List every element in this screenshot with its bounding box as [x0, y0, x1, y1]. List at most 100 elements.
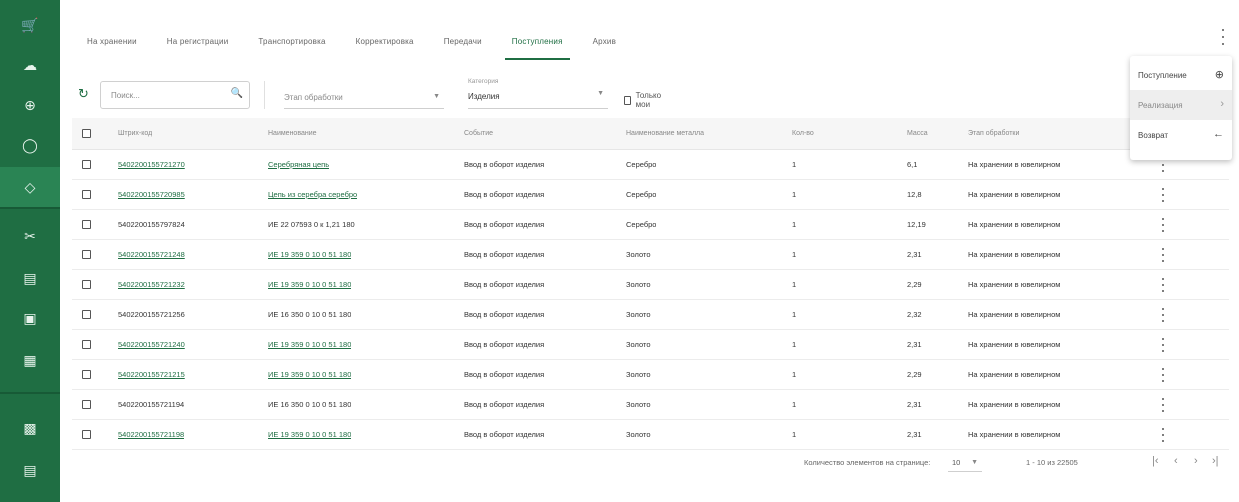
row-checkbox[interactable] [82, 240, 91, 269]
barcode-cell[interactable]: 5402200155721198 [118, 420, 184, 449]
row-menu-icon[interactable] [1160, 398, 1166, 412]
name-cell[interactable]: Цепь из серебра серебро [268, 180, 357, 209]
menu-item-sale[interactable]: Реализация › [1130, 90, 1232, 120]
row-menu-icon[interactable] [1160, 368, 1166, 382]
header-mass[interactable]: Масса [907, 118, 928, 149]
next-page-icon[interactable]: › [1194, 455, 1198, 467]
table-row[interactable]: 5402200155721240 ИЕ 19 359 0 10 0 51 180 В… [72, 330, 1229, 360]
name-cell[interactable]: ИЕ 19 359 0 10 0 51 180 [268, 240, 351, 269]
header-qty[interactable]: Кол-во [792, 118, 814, 149]
tab-6[interactable]: Архив [578, 37, 631, 60]
data-table: Штрих-код Наименование Событие Наименова… [72, 118, 1229, 450]
tools-icon[interactable]: ✂ [0, 216, 60, 256]
row-checkbox[interactable] [82, 270, 91, 299]
metal-cell: Золото [626, 340, 651, 349]
event-cell: Ввод в оборот изделия [464, 190, 545, 199]
select-all-checkbox[interactable] [82, 118, 91, 149]
header-metal[interactable]: Наименование металла [626, 118, 704, 149]
event-cell: Ввод в оборот изделия [464, 370, 545, 379]
row-checkbox[interactable] [82, 420, 91, 449]
table-row[interactable]: 5402200155797824 ИЕ 22 07593 0 к 1,21 180… [72, 210, 1229, 240]
name-cell[interactable]: ИЕ 19 359 0 10 0 51 180 [268, 330, 351, 359]
refresh-icon[interactable]: ↻ [78, 86, 89, 102]
prev-page-icon[interactable]: ‹ [1174, 455, 1178, 467]
barcode-cell[interactable]: 5402200155721232 [118, 270, 185, 299]
only-mine-checkbox[interactable]: Только мои [624, 91, 663, 109]
ring-icon[interactable]: ◯ [0, 125, 60, 165]
row-checkbox[interactable] [82, 210, 91, 239]
row-menu-icon[interactable] [1160, 338, 1166, 352]
mass-cell: 2,29 [907, 370, 922, 379]
event-cell: Ввод в оборот изделия [464, 340, 545, 349]
tab-3[interactable]: Корректировка [341, 37, 429, 60]
search-icon[interactable]: 🔍 [231, 88, 243, 99]
row-checkbox[interactable] [82, 150, 91, 179]
barcode-cell[interactable]: 5402200155720985 [118, 180, 185, 209]
qty-cell: 1 [792, 220, 797, 229]
row-checkbox[interactable] [82, 300, 91, 329]
row-checkbox[interactable] [82, 360, 91, 389]
tab-2[interactable]: Транспортировка [243, 37, 340, 60]
row-menu-icon[interactable] [1160, 188, 1166, 202]
report-icon[interactable]: ▦ [0, 340, 60, 380]
chevron-right-icon: › [1220, 98, 1224, 110]
menu-item-receipt[interactable]: Поступление ⊕ [1130, 60, 1232, 90]
cart-icon[interactable]: 🛒 [0, 5, 60, 45]
row-menu-icon[interactable] [1160, 428, 1166, 442]
qty-cell: 1 [792, 250, 797, 259]
stage-select[interactable]: Этап обработки ▼ [284, 81, 444, 109]
table-row[interactable]: 5402200155721232 ИЕ 19 359 0 10 0 51 180 В… [72, 270, 1229, 300]
checkbox[interactable] [624, 95, 631, 105]
table-icon[interactable]: ▤ [0, 450, 60, 490]
table-row[interactable]: 5402200155721215 ИЕ 19 359 0 10 0 51 180 В… [72, 360, 1229, 390]
box-icon[interactable]: ▣ [0, 298, 60, 338]
name-cell[interactable]: ИЕ 19 359 0 10 0 51 180 [268, 420, 351, 449]
barcode-cell[interactable]: 5402200155721215 [118, 360, 185, 389]
row-menu-icon[interactable] [1160, 308, 1166, 322]
row-menu-icon[interactable] [1160, 248, 1166, 262]
category-select[interactable]: Категория Изделия ▼ [468, 78, 608, 109]
last-page-icon[interactable]: ›| [1212, 455, 1219, 467]
header-name[interactable]: Наименование [268, 118, 317, 149]
name-cell[interactable]: ИЕ 19 359 0 10 0 51 180 [268, 270, 351, 299]
barcode-cell[interactable]: 5402200155721240 [118, 330, 185, 359]
more-menu-icon[interactable] [1218, 29, 1228, 45]
tab-0[interactable]: На хранении [72, 37, 152, 60]
tab-4[interactable]: Передачи [429, 37, 497, 60]
row-menu-icon[interactable] [1160, 218, 1166, 232]
barcode-cell[interactable]: 5402200155721270 [118, 150, 185, 179]
search-input[interactable]: Поиск... 🔍 [100, 81, 250, 109]
table-row[interactable]: 5402200155721194 ИЕ 16 350 0 10 0 51 180 В… [72, 390, 1229, 420]
row-menu-icon[interactable] [1160, 278, 1166, 292]
header-barcode[interactable]: Штрих-код [118, 118, 152, 149]
rows-per-page-select[interactable]: 10 ▼ [948, 454, 982, 472]
name-cell[interactable]: Серебряная цепь [268, 150, 329, 179]
cloud-icon[interactable]: ☁ [0, 45, 60, 85]
barcode-cell[interactable]: 5402200155721248 [118, 240, 185, 269]
header-stage[interactable]: Этап обработки [968, 118, 1019, 149]
first-page-icon[interactable]: |‹ [1152, 455, 1159, 467]
bag-icon[interactable]: ▩ [0, 408, 60, 448]
menu-item-return[interactable]: Возврат ← [1130, 120, 1232, 150]
stage-cell: На хранении в ювелирном [968, 220, 1061, 229]
barcode-cell: 5402200155721256 [118, 310, 185, 319]
table-row[interactable]: 5402200155720985 Цепь из серебра серебро В… [72, 180, 1229, 210]
archive-icon[interactable]: ▤ [0, 258, 60, 298]
table-row[interactable]: 5402200155721270 Серебряная цепь Ввод в об… [72, 150, 1229, 180]
diamond-icon[interactable]: ◇ [0, 167, 60, 207]
table-row[interactable]: 5402200155721248 ИЕ 19 359 0 10 0 51 180 В… [72, 240, 1229, 270]
globe-icon[interactable]: ⊕ [0, 85, 60, 125]
stage-cell: На хранении в ювелирном [968, 340, 1061, 349]
tab-1[interactable]: На регистрации [152, 37, 244, 60]
page-range: 1 - 10 из 22505 [1026, 458, 1078, 467]
tab-5[interactable]: Поступления [497, 37, 578, 60]
row-checkbox[interactable] [82, 390, 91, 419]
row-menu-icon[interactable] [1160, 158, 1166, 172]
name-cell[interactable]: ИЕ 19 359 0 10 0 51 180 [268, 360, 351, 389]
header-event[interactable]: Событие [464, 118, 493, 149]
stage-cell: На хранении в ювелирном [968, 190, 1061, 199]
row-checkbox[interactable] [82, 180, 91, 209]
qty-cell: 1 [792, 280, 797, 289]
row-checkbox[interactable] [82, 330, 91, 359]
table-row[interactable]: 5402200155721256 ИЕ 16 350 0 10 0 51 180 В… [72, 300, 1229, 330]
